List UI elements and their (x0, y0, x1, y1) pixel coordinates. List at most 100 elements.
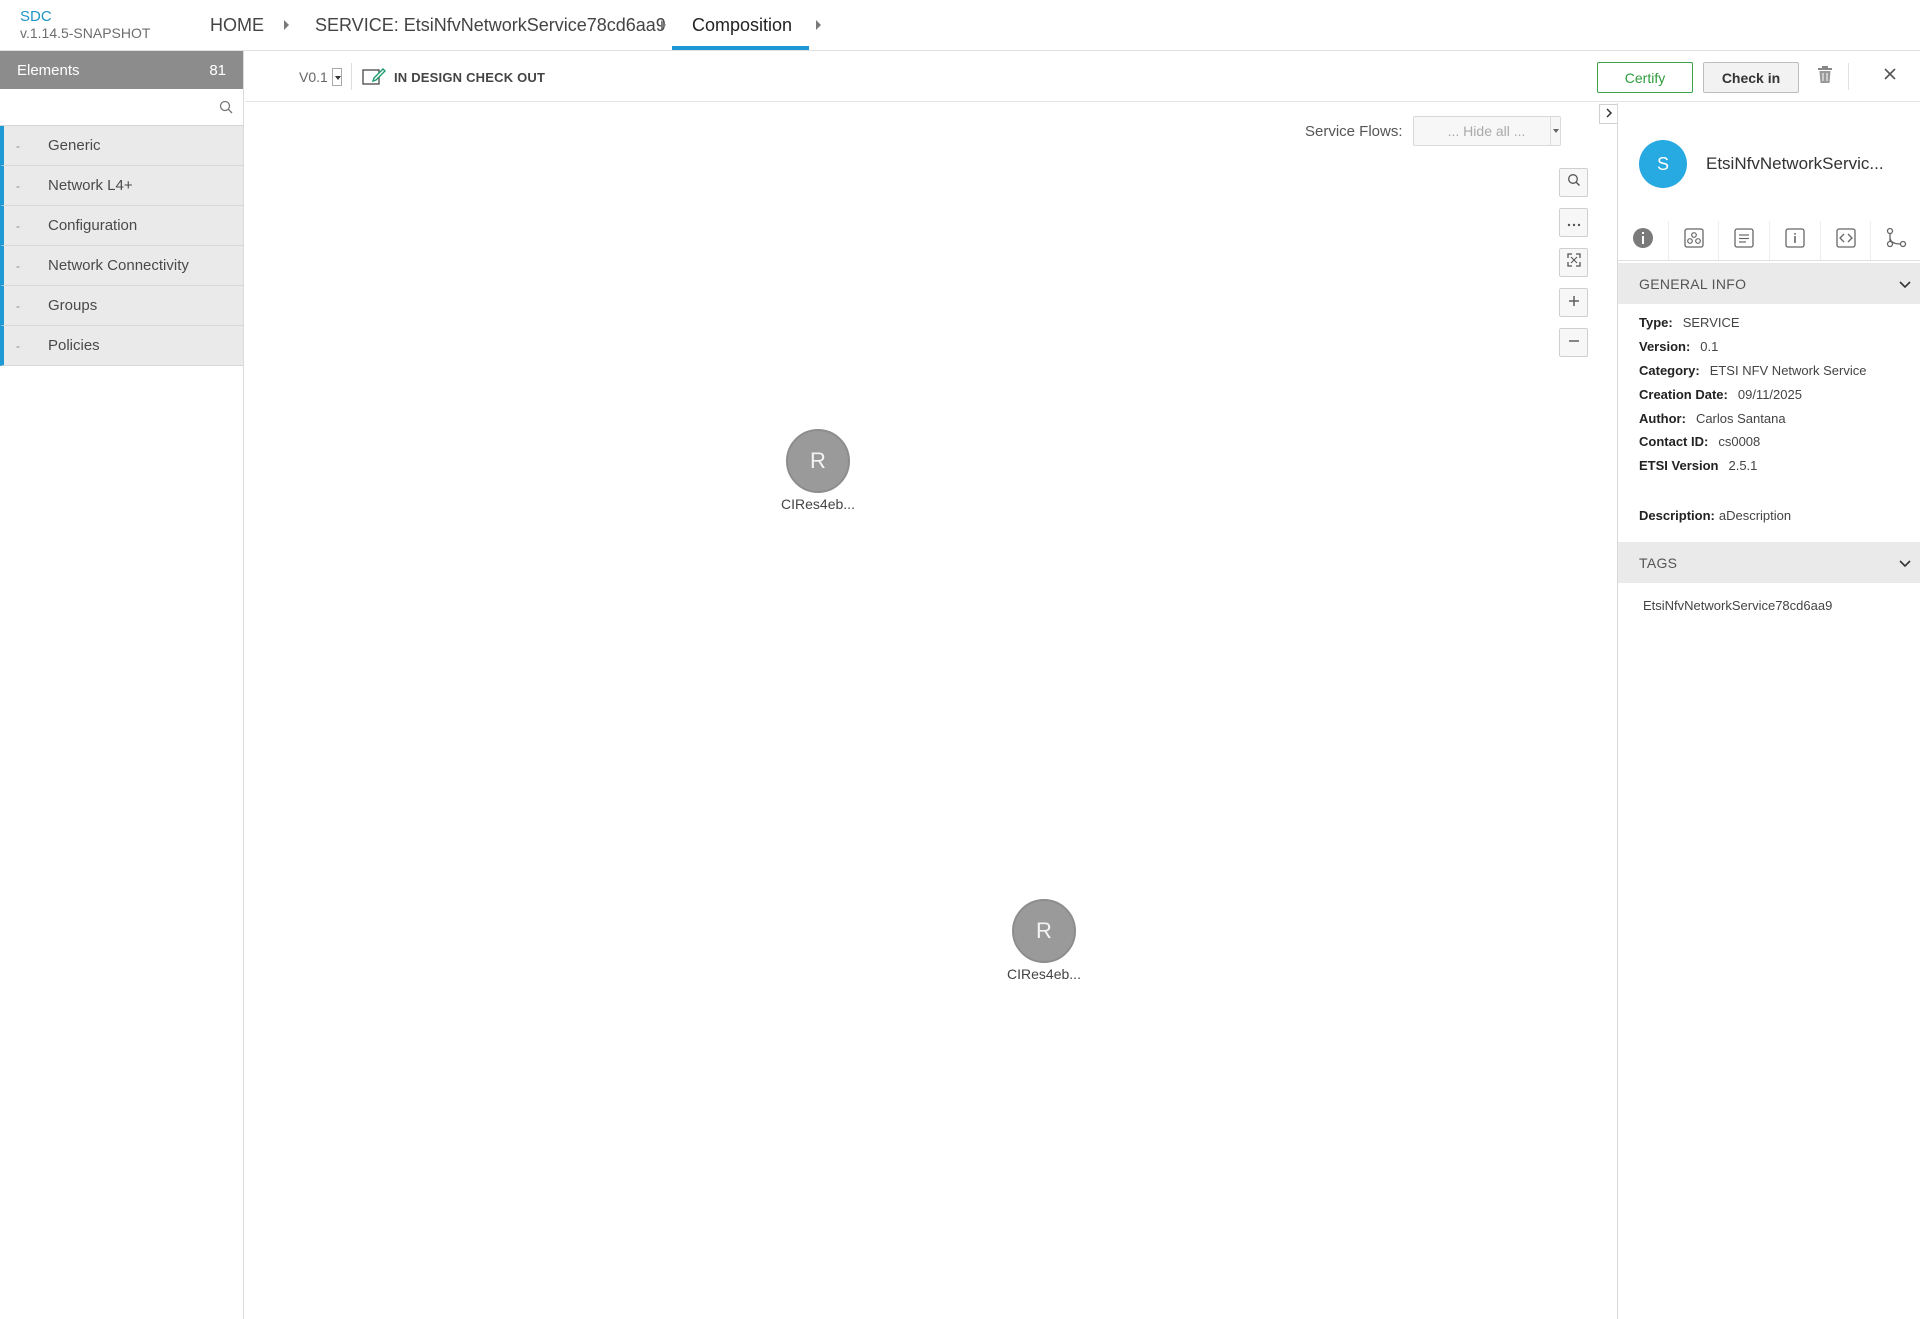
close-icon[interactable] (1882, 66, 1898, 87)
chevron-down-icon[interactable] (1549, 117, 1560, 145)
node-label: CIRes4eb... (1007, 966, 1081, 982)
info-key: ETSI Version (1639, 458, 1719, 473)
palette-group-configuration[interactable]: - Configuration (0, 206, 243, 246)
info-key: Type: (1639, 315, 1673, 330)
info-filled-icon (1632, 227, 1654, 254)
breadcrumb-arrow-icon[interactable] (661, 20, 666, 30)
palette-group-network-l4[interactable]: - Network L4+ (0, 166, 243, 206)
zoom-in-button[interactable] (1559, 288, 1588, 317)
service-avatar: S (1639, 140, 1687, 188)
collapse-dash-icon: - (16, 138, 20, 153)
tab-tosca-code[interactable] (1821, 221, 1872, 260)
version-value: V0.1 (299, 69, 328, 85)
certify-button[interactable]: Certify (1597, 62, 1693, 93)
palette-group-label: Network L4+ (48, 177, 133, 194)
info-row-etsi-version: ETSI Version 2.5.1 (1639, 458, 1757, 473)
palette-group-groups[interactable]: - Groups (0, 286, 243, 326)
tab-relations[interactable] (1871, 221, 1920, 260)
service-flows-label: Service Flows: (1305, 122, 1403, 140)
info-row-version: Version: 0.1 (1639, 339, 1718, 354)
details-title: EtsiNfvNetworkServic... (1706, 154, 1884, 173)
service-flows-value: ... Hide all ... (1447, 123, 1526, 139)
tab-deployment-artifacts[interactable] (1669, 221, 1720, 260)
node-icon: R (786, 429, 850, 493)
info-value: 09/11/2025 (1737, 387, 1802, 402)
chevron-down-icon[interactable] (331, 68, 342, 86)
palette-group-label: Generic (48, 137, 101, 154)
canvas-more-button[interactable] (1559, 208, 1588, 237)
plus-icon (1568, 294, 1580, 312)
info-key: Creation Date: (1639, 387, 1728, 402)
palette-group-label: Configuration (48, 217, 138, 234)
breadcrumb-arrow-icon[interactable] (816, 20, 821, 30)
search-icon (1567, 173, 1581, 192)
tab-properties[interactable] (1719, 221, 1771, 260)
palette-count: 81 (209, 61, 226, 79)
info-value: 2.5.1 (1728, 458, 1758, 473)
divider (1848, 63, 1849, 90)
relations-icon (1885, 227, 1907, 254)
breadcrumb-service[interactable]: SERVICE: EtsiNfvNetworkService78cd6aa9 (315, 15, 666, 36)
palette-header: Elements 81 (0, 51, 243, 89)
search-icon[interactable] (219, 100, 233, 119)
tags-header[interactable]: TAGS (1618, 542, 1920, 583)
info-key: Author: (1639, 411, 1686, 426)
fit-to-screen-button[interactable] (1559, 248, 1588, 277)
breadcrumb-arrow-icon[interactable] (284, 20, 289, 30)
node-label: CIRes4eb... (781, 496, 855, 512)
palette-group-policies[interactable]: - Policies (0, 326, 243, 366)
info-key: Contact ID: (1639, 434, 1709, 449)
breadcrumb-home[interactable]: HOME (210, 15, 264, 36)
palette-group-network-connectivity[interactable]: - Network Connectivity (0, 246, 243, 286)
edit-checkout-icon (362, 67, 386, 88)
tag-item: EtsiNfvNetworkService78cd6aa9 (1643, 598, 1833, 613)
expand-icon (1566, 253, 1581, 272)
info-row-creation-date: Creation Date: 09/11/2025 (1639, 387, 1802, 402)
tab-general-info[interactable] (1618, 221, 1669, 260)
version-select[interactable]: V0.1 (299, 68, 342, 86)
info-value: 0.1 (1700, 339, 1719, 354)
component-instance-node[interactable]: R CIRes4eb... (999, 899, 1089, 982)
app-version: v.1.14.5-SNAPSHOT (20, 25, 151, 41)
info-row-type: Type: SERVICE (1639, 315, 1740, 330)
general-info-header[interactable]: GENERAL INFO (1618, 263, 1920, 304)
palette-search (0, 89, 243, 126)
collapse-panel-button[interactable] (1599, 104, 1617, 124)
service-flows: Service Flows: ... Hide all ... (1305, 116, 1561, 146)
palette-group-generic[interactable]: - Generic (0, 126, 243, 166)
component-instance-node[interactable]: R CIRes4eb... (773, 429, 863, 512)
list-icon (1734, 228, 1754, 253)
collapse-dash-icon: - (16, 258, 20, 273)
workspace-toolbar: V0.1 IN DESIGN CHECK OUT Certify Check i… (245, 51, 1920, 102)
chevron-right-icon (1605, 105, 1613, 123)
tab-information[interactable] (1770, 221, 1821, 260)
info-key: Version: (1639, 339, 1691, 354)
canvas-search-button[interactable] (1559, 168, 1588, 197)
active-tab-indicator (672, 46, 809, 50)
details-panel: S EtsiNfvNetworkServic... GENERAL INFO T… (1617, 103, 1920, 1319)
breadcrumb-composition[interactable]: Composition (692, 15, 792, 36)
app-name: SDC (20, 8, 52, 25)
info-value: SERVICE (1682, 315, 1740, 330)
artifacts-icon (1683, 228, 1704, 253)
service-flows-select[interactable]: ... Hide all ... (1412, 116, 1561, 146)
info-row-category: Category: ETSI NFV Network Service (1639, 363, 1866, 378)
general-info-title: GENERAL INFO (1639, 275, 1747, 292)
check-in-button[interactable]: Check in (1703, 62, 1799, 93)
tags-title: TAGS (1639, 554, 1678, 571)
code-icon (1835, 228, 1856, 253)
app-logo[interactable]: SDC v.1.14.5-SNAPSHOT (20, 8, 151, 42)
info-icon (1785, 228, 1805, 253)
info-value: cs0008 (1718, 434, 1761, 449)
palette-group-label: Network Connectivity (48, 257, 189, 274)
composition-canvas[interactable]: Service Flows: ... Hide all ... R CIRes4… (245, 103, 1616, 1319)
palette-title: Elements (17, 61, 80, 79)
node-icon: R (1012, 899, 1076, 963)
trash-icon[interactable] (1817, 66, 1833, 89)
info-value: aDescription (1718, 508, 1792, 523)
top-navigation-bar: SDC v.1.14.5-SNAPSHOT HOME SERVICE: Etsi… (0, 0, 1920, 51)
info-key: Description: (1639, 508, 1715, 523)
zoom-out-button[interactable] (1559, 328, 1588, 357)
ellipsis-icon (1567, 214, 1581, 232)
palette-search-input[interactable] (0, 89, 243, 125)
